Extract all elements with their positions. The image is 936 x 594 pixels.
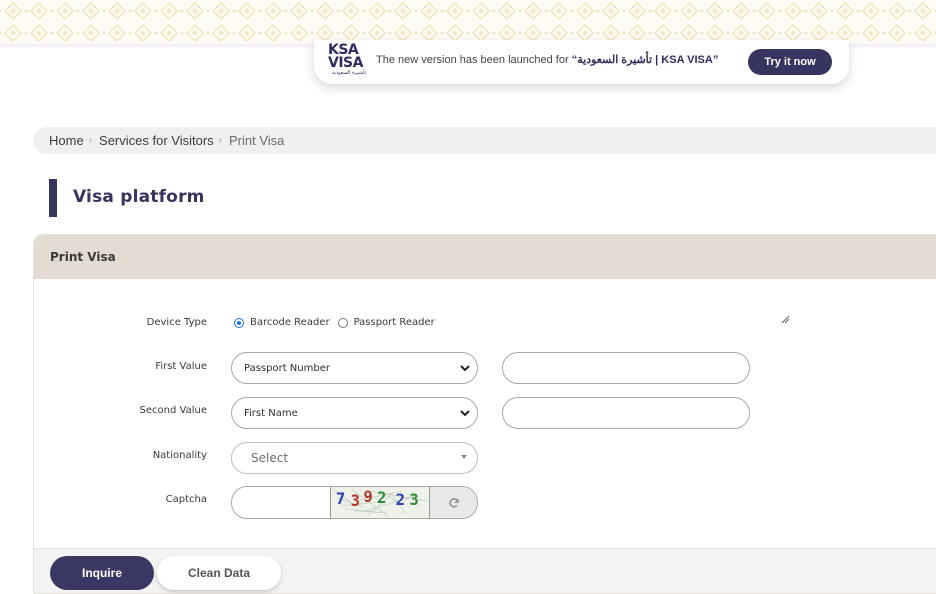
captcha-label: Captcha bbox=[165, 494, 207, 505]
passport-reader-radio[interactable] bbox=[337, 317, 348, 328]
caret-down-icon bbox=[461, 455, 467, 459]
breadcrumb-separator-icon: › bbox=[88, 135, 93, 146]
first-value-select[interactable]: Passport Number bbox=[231, 352, 478, 384]
barcode-reader-radio[interactable] bbox=[234, 317, 244, 328]
captcha-digit: 3 bbox=[409, 490, 418, 509]
captcha-group: 739223 bbox=[231, 486, 478, 519]
passport-reader-label[interactable]: Passport Reader bbox=[354, 317, 435, 328]
breadcrumb-separator-icon: › bbox=[218, 135, 223, 146]
refresh-icon bbox=[449, 497, 459, 507]
device-type-radio-group: Barcode Reader Passport Reader bbox=[234, 317, 443, 328]
ksa-visa-logo: KSA VISA تأشيرة السعودية bbox=[328, 42, 367, 76]
decorative-pattern-band bbox=[0, 0, 936, 44]
nationality-placeholder: Select bbox=[251, 451, 289, 465]
try-it-now-button[interactable]: Try it now bbox=[748, 49, 832, 75]
breadcrumb-services[interactable]: Services for Visitors bbox=[99, 133, 214, 148]
first-value-label: First Value bbox=[155, 361, 207, 372]
resize-handle-icon[interactable] bbox=[780, 314, 790, 324]
captcha-digit: 2 bbox=[396, 490, 405, 509]
nationality-select[interactable]: Select bbox=[231, 442, 478, 474]
breadcrumb: Home › Services for Visitors › Print Vis… bbox=[33, 127, 936, 154]
banner-text-prefix: The new version has been launched for bbox=[376, 54, 572, 66]
breadcrumb-home[interactable]: Home bbox=[49, 133, 84, 148]
captcha-digit: 7 bbox=[336, 489, 345, 508]
inquire-button[interactable]: Inquire bbox=[50, 556, 154, 590]
second-value-input[interactable] bbox=[502, 397, 750, 429]
chevron-down-icon bbox=[460, 365, 470, 372]
chevron-down-icon bbox=[460, 410, 470, 417]
captcha-digit: 9 bbox=[363, 487, 372, 506]
captcha-input[interactable] bbox=[232, 487, 330, 518]
first-value-selected: Passport Number bbox=[244, 362, 330, 374]
first-value-input[interactable] bbox=[502, 352, 750, 384]
breadcrumb-current: Print Visa bbox=[229, 133, 285, 148]
page-title: Visa platform bbox=[73, 187, 205, 207]
captcha-digit: 2 bbox=[377, 488, 386, 507]
barcode-reader-label[interactable]: Barcode Reader bbox=[250, 317, 330, 328]
device-type-label: Device Type bbox=[146, 317, 207, 328]
panel-header: Print Visa bbox=[34, 235, 936, 279]
title-accent-bar bbox=[49, 179, 57, 217]
second-value-select[interactable]: First Name bbox=[231, 397, 478, 429]
captcha-digit: 3 bbox=[351, 491, 360, 510]
banner-text-highlight: “تأشيرة السعودية | KSA VISA” bbox=[571, 54, 719, 66]
captcha-refresh-button[interactable] bbox=[430, 487, 477, 518]
second-value-selected: First Name bbox=[244, 407, 298, 419]
nationality-label: Nationality bbox=[152, 450, 207, 461]
new-version-banner: KSA VISA تأشيرة السعودية The new version… bbox=[314, 40, 849, 84]
clean-data-button[interactable]: Clean Data bbox=[157, 556, 281, 590]
second-value-label: Second Value bbox=[139, 405, 207, 416]
captcha-image: 739223 bbox=[330, 487, 430, 518]
banner-text: The new version has been launched for “ت… bbox=[376, 53, 718, 66]
